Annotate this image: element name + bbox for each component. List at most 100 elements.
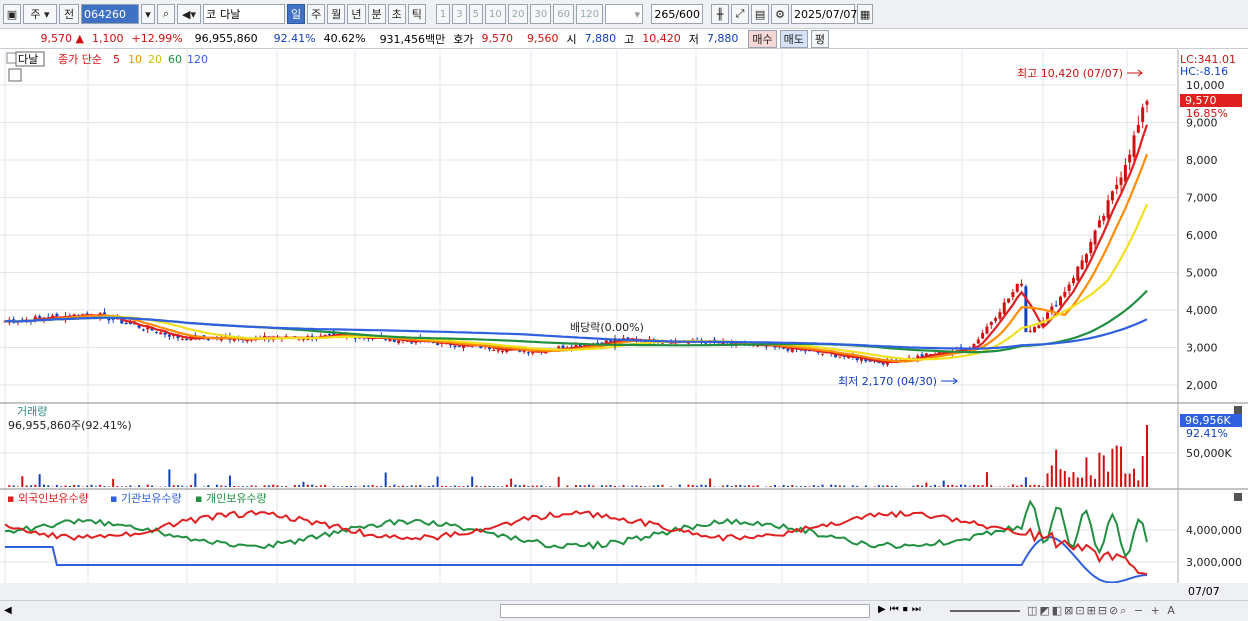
volume-bar [47, 485, 50, 487]
candle-body [1011, 292, 1015, 297]
candle-body [1115, 184, 1119, 190]
gear-icon[interactable]: ⚙ [771, 4, 790, 24]
crosshair-icon[interactable]: ⤢ [731, 4, 750, 24]
market-select[interactable]: 주 ▾ [23, 4, 57, 24]
candle-body [1015, 283, 1019, 292]
volume-bar [752, 485, 755, 487]
volume-bar [125, 486, 128, 487]
close-panel-icon[interactable] [1234, 493, 1242, 501]
prev-button[interactable]: 전 [59, 4, 79, 24]
volume-bar [34, 484, 37, 487]
volume-bar [488, 485, 491, 487]
buy-button[interactable]: 매수 [748, 29, 777, 48]
calc-icon[interactable] [8, 68, 22, 82]
period-minute[interactable]: 분 [367, 4, 386, 24]
volume-bar [138, 485, 141, 487]
last-vol-pct: 92.41% [1186, 427, 1228, 440]
code-dropdown-icon[interactable]: ▾ [141, 4, 155, 24]
candle-body [821, 353, 825, 355]
volume-bar [332, 486, 335, 487]
sound-icon[interactable]: ◀▾ [177, 4, 201, 24]
close-panel-icon[interactable] [1234, 406, 1242, 414]
volume-bar [1141, 456, 1144, 487]
volume-bar [449, 486, 452, 487]
period-month[interactable]: 월 [327, 4, 346, 24]
volume-bar [748, 485, 751, 487]
period-week[interactable]: 주 [307, 4, 326, 24]
stock-name-field[interactable]: 코 다날 [203, 4, 285, 24]
save-icon[interactable]: ▤ [751, 4, 770, 24]
volume-bar [254, 485, 257, 487]
max-note: 최고 10,420 (07/07) [1017, 67, 1123, 80]
low-price: 7,880 [706, 32, 739, 45]
volume-bar [886, 485, 889, 487]
interval-1[interactable]: 1 [435, 4, 451, 24]
stock-chart[interactable]: 2024/060708091011122025/0102030405060710… [0, 50, 1248, 600]
y-axis-label: 2,000 [1186, 379, 1218, 392]
period-day[interactable]: 일 [287, 4, 306, 24]
ma-5-label: 5 [113, 53, 120, 66]
y-axis-label: 4,000 [1186, 304, 1218, 317]
interval-20[interactable]: 20 [507, 4, 529, 24]
interval-30[interactable]: 30 [530, 4, 552, 24]
candle-body [457, 346, 461, 348]
volume-bar [341, 486, 344, 487]
volume-bar [968, 486, 971, 487]
volume-bar [851, 485, 854, 487]
candle-body [167, 334, 171, 337]
candle-body [185, 338, 189, 341]
chart-area[interactable]: 2024/060708091011122025/0102030405060710… [0, 50, 1248, 600]
stock-name: 다날 [220, 8, 241, 21]
eval-button[interactable]: 평 [810, 29, 830, 48]
series-inst-label: ▪ 기관보유수량 [110, 492, 182, 505]
tool-icons[interactable]: ◫◩◧⊠⊡⊞⊟⊘⌕ − + A [1027, 604, 1177, 618]
volume-bar [1133, 468, 1136, 487]
vol-axis-label: 50,000K [1186, 447, 1232, 460]
volume-bar [1007, 486, 1010, 487]
interval-5[interactable]: 5 [468, 4, 483, 24]
date-field[interactable]: 2025/07/07 [791, 4, 857, 24]
change-pct: +12.99% [131, 32, 183, 45]
volume-bar [1076, 477, 1079, 487]
scroll-thumb[interactable] [500, 604, 870, 618]
period-year[interactable]: 년 [347, 4, 366, 24]
period-second[interactable]: 초 [387, 4, 406, 24]
count-field[interactable]: 265/600 [651, 4, 704, 24]
zoom-slider[interactable] [950, 610, 1020, 612]
candle-body [327, 334, 331, 336]
playback-controls[interactable]: ▶⏮⏹⏭ [878, 604, 925, 615]
sell-button[interactable]: 매도 [779, 29, 808, 48]
candle-body [124, 322, 128, 324]
scroll-left-icon[interactable]: ◀ [4, 605, 12, 616]
layout-icon[interactable]: ▣ [3, 4, 21, 24]
candle-body [526, 352, 530, 354]
candle-icon[interactable]: ╫ [711, 4, 730, 24]
candle-body [1020, 283, 1024, 286]
high-price: 10,420 [642, 32, 681, 45]
interval-120[interactable]: 120 [575, 4, 604, 24]
volume-bar [440, 485, 443, 487]
interval-60[interactable]: 60 [553, 4, 574, 24]
period-tick[interactable]: 틱 [407, 4, 426, 24]
volume-bar [1085, 457, 1088, 487]
volume-bar [1137, 480, 1140, 487]
volume-bar [60, 486, 63, 487]
volume-bar [393, 484, 396, 487]
volume-bar [466, 485, 469, 487]
volume-bar [704, 484, 707, 487]
search-icon[interactable]: ⌕ [157, 4, 175, 24]
code-input[interactable]: 064260 [81, 4, 139, 24]
interval-3[interactable]: 3 [452, 4, 467, 24]
x-axis-right-label: 07/07 [1188, 585, 1220, 598]
candle-body [1106, 200, 1110, 219]
interval-custom[interactable]: ▾ [605, 4, 644, 24]
ma-10-label: 10 [128, 53, 142, 66]
stock-prefix: 코 [206, 8, 217, 21]
volume-bar [73, 484, 76, 487]
volume-bar [172, 485, 175, 487]
candle-body [1033, 326, 1037, 333]
interval-10[interactable]: 10 [485, 4, 506, 24]
volume-bar [501, 486, 504, 487]
volume-bar [285, 485, 288, 487]
calendar-icon[interactable]: ▦ [857, 4, 874, 24]
